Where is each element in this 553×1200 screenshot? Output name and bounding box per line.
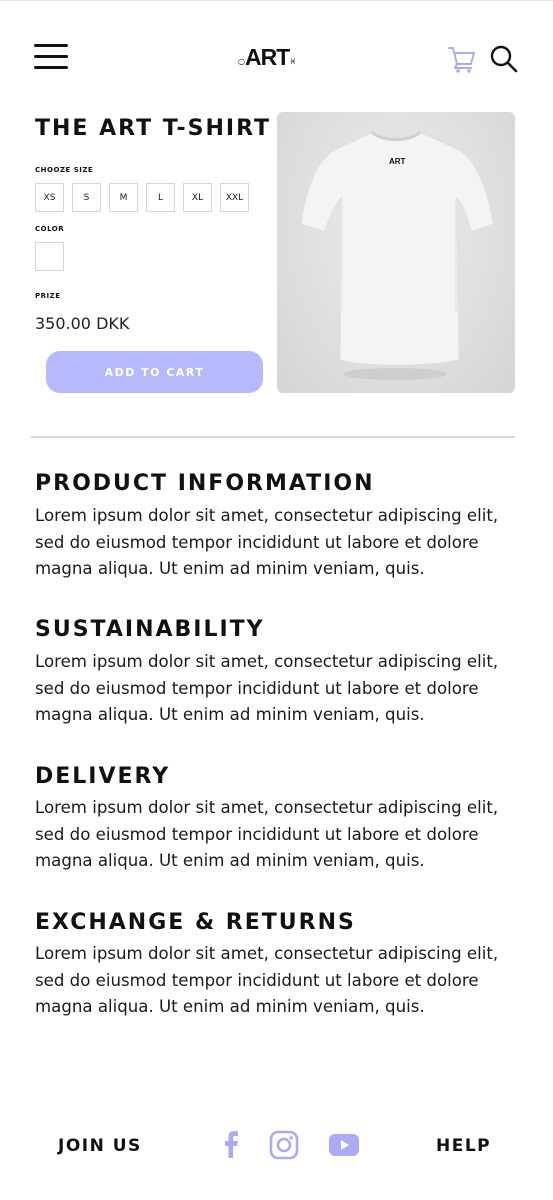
- size-option-xxl[interactable]: XXL: [220, 183, 249, 212]
- size-option-l[interactable]: L: [146, 183, 175, 212]
- section-body: Lorem ipsum dolor sit amet, consectetur …: [35, 652, 499, 724]
- shirt-print-text: ART: [389, 157, 406, 166]
- section-heading: SUSTAINABILITY: [35, 617, 265, 642]
- section-body: Lorem ipsum dolor sit amet, consectetur …: [35, 798, 499, 870]
- logo-mark-left: ○: [238, 56, 245, 66]
- section-heading: DELIVERY: [35, 764, 171, 789]
- section-heading: EXCHANGE & RETURNS: [35, 910, 356, 935]
- help-link[interactable]: HELP: [436, 1136, 491, 1156]
- product-image: ART: [277, 112, 515, 393]
- logo-text: ART: [244, 43, 290, 70]
- cart-icon[interactable]: [447, 44, 477, 74]
- product-title: THE ART T-SHIRT: [35, 116, 272, 141]
- section-body: Lorem ipsum dolor sit amet, consectetur …: [35, 506, 499, 578]
- size-label: CHOOZE SIZE: [35, 166, 94, 174]
- size-option-s[interactable]: S: [72, 183, 101, 212]
- logo-mark-right: ♓: [289, 56, 297, 66]
- add-to-cart-button[interactable]: ADD TO CART: [46, 351, 263, 393]
- header: ○ ART ♓: [0, 0, 553, 110]
- size-selector: XS S M L XL XXL: [35, 183, 249, 212]
- join-us-link[interactable]: JOIN US: [58, 1136, 142, 1156]
- size-option-xl[interactable]: XL: [183, 183, 212, 212]
- youtube-icon[interactable]: [328, 1133, 360, 1161]
- logo[interactable]: ○ ART ♓: [238, 42, 308, 72]
- instagram-icon[interactable]: [269, 1130, 299, 1164]
- size-option-m[interactable]: M: [109, 183, 138, 212]
- price-value: 350.00 DKK: [35, 314, 130, 333]
- size-option-xs[interactable]: XS: [35, 183, 64, 212]
- section-body: Lorem ipsum dolor sit amet, consectetur …: [35, 944, 499, 1016]
- divider: [31, 436, 515, 438]
- section-heading: PRODUCT INFORMATION: [35, 471, 375, 496]
- footer: JOIN US HELP: [0, 1120, 553, 1180]
- search-icon[interactable]: [489, 44, 519, 74]
- color-swatch[interactable]: [35, 242, 64, 271]
- color-label: COLOR: [35, 225, 65, 233]
- hamburger-menu-icon[interactable]: [34, 44, 68, 70]
- price-label: PRIZE: [35, 292, 61, 300]
- facebook-icon[interactable]: [221, 1130, 241, 1164]
